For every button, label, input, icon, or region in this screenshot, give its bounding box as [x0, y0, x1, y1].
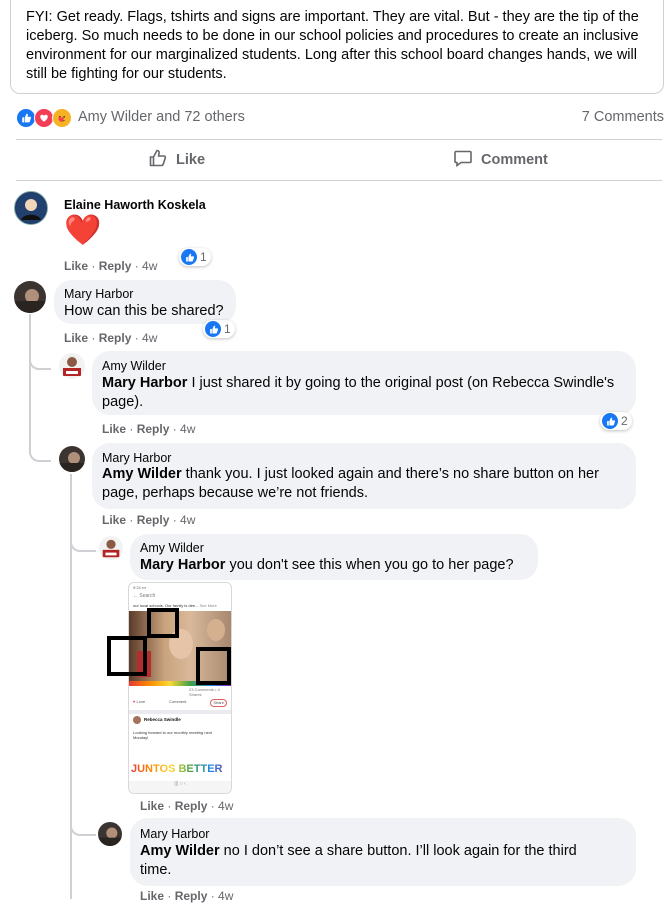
avatar[interactable] — [14, 281, 46, 313]
avatar[interactable] — [59, 446, 85, 472]
comment-meta: Like · Reply · 4w — [64, 331, 158, 345]
post-counts: 23 Comments • 4 Shares — [189, 687, 220, 697]
comment-reply-link[interactable]: Reply — [99, 259, 132, 273]
comment-text: Amy Wilder no I don’t see a share button… — [140, 842, 610, 880]
author-name: Rebecca Swindle — [144, 717, 181, 722]
mention-link[interactable]: Mary Harbor — [102, 375, 187, 391]
comment-meta: Like · Reply · 4w — [140, 799, 234, 813]
back-arrow-icon: ← Search — [133, 593, 156, 599]
commenter-name[interactable]: Elaine Haworth Koskela — [64, 198, 206, 212]
comment-body: you don't see this when you go to her pa… — [225, 557, 514, 573]
mention-link[interactable]: Amy Wilder — [102, 466, 182, 482]
redaction-box — [107, 636, 147, 676]
share-action: Share — [210, 699, 227, 707]
thread-curve — [29, 420, 51, 462]
love-icon — [34, 108, 54, 128]
comment-button-label: Comment — [481, 152, 548, 168]
action-row: ♥ Love Comment Share — [133, 699, 227, 707]
comment-meta: Like · Reply · 4w — [102, 422, 196, 436]
comment-time[interactable]: 4w — [142, 259, 157, 273]
attached-screenshot[interactable]: 9:24 ▪▪▪ ← Search our local schools. Our… — [128, 582, 232, 794]
comment-reply-link[interactable]: Reply — [137, 422, 170, 436]
comment-time[interactable]: 4w — [218, 799, 233, 813]
comment-meta: Like · Reply · 4w — [102, 513, 196, 527]
nav-bar: ||| ○ ‹ — [129, 781, 231, 793]
thread-curve — [29, 338, 51, 370]
banner-text: JUNTOS BETTER — [131, 763, 231, 775]
comment-time[interactable]: 4w — [180, 422, 195, 436]
author-avatar — [133, 716, 141, 724]
comment-reply-link[interactable]: Reply — [137, 513, 170, 527]
like-icon — [602, 413, 618, 429]
comment-label: Comment — [169, 699, 187, 704]
comment-like-link[interactable]: Like — [140, 889, 164, 903]
like-icon — [205, 321, 221, 337]
commenter-name[interactable]: Amy Wilder — [140, 541, 204, 555]
comment-text: Amy Wilder thank you. I just looked agai… — [102, 465, 626, 503]
comment-like-link[interactable]: Like — [102, 513, 126, 527]
comment-button[interactable]: Comment — [453, 146, 548, 174]
separator — [129, 710, 231, 714]
like-button[interactable]: Like — [148, 146, 205, 174]
comment-like-link[interactable]: Like — [102, 422, 126, 436]
commenter-name[interactable]: Mary Harbor — [140, 827, 209, 841]
comment-reply-link[interactable]: Reply — [175, 799, 208, 813]
comment-icon — [453, 148, 473, 172]
reaction-count: 1 — [224, 322, 231, 336]
redaction-box — [196, 647, 231, 685]
avatar[interactable] — [59, 353, 85, 379]
avatar[interactable] — [99, 536, 123, 560]
reaction-names[interactable]: Amy Wilder and 72 others — [78, 109, 245, 125]
comment-reactions[interactable]: 1 — [179, 248, 211, 266]
comment-text: How can this be shared? — [64, 303, 224, 319]
comment-time[interactable]: 4w — [142, 331, 157, 345]
status-bar: 9:24 ▪▪▪ — [133, 585, 147, 590]
comment-reactions[interactable]: 2 — [600, 412, 632, 430]
commenter-name[interactable]: Mary Harbor — [102, 451, 171, 465]
comment-reactions[interactable]: 1 — [203, 320, 235, 338]
comment-text: Mary Harbor you don't see this when you … — [140, 556, 532, 575]
see-more-link: See More — [199, 603, 217, 608]
comment-text: Mary Harbor I just shared it by going to… — [102, 374, 626, 412]
redaction-box — [147, 608, 179, 638]
reaction-count: 1 — [200, 250, 207, 264]
mention-link[interactable]: Amy Wilder — [140, 843, 220, 859]
thread-curve — [70, 806, 96, 836]
comment-like-link[interactable]: Like — [64, 259, 88, 273]
love-label: Love — [136, 699, 146, 704]
avatar[interactable] — [98, 822, 122, 846]
avatar[interactable] — [14, 191, 48, 225]
comment-meta: Like · Reply · 4w — [140, 889, 234, 903]
comment-time[interactable]: 4w — [218, 889, 233, 903]
care-icon — [52, 108, 72, 128]
author-post-body: Looking forward to our monthly meeting n… — [133, 730, 212, 740]
comment-meta: Like · Reply · 4w — [64, 259, 158, 273]
commenter-name[interactable]: Mary Harbor — [64, 287, 133, 301]
like-icon — [16, 108, 36, 128]
post-text: FYI: Get ready. Flags, tshirts and signs… — [26, 9, 639, 82]
love-action: ♥ Love — [133, 699, 146, 704]
thumbs-up-icon — [148, 148, 168, 172]
reaction-count: 2 — [621, 414, 628, 428]
reaction-summary[interactable]: Amy Wilder and 72 others 7 Comments — [16, 108, 664, 128]
like-button-label: Like — [176, 152, 206, 168]
share-label: Share — [213, 700, 224, 705]
commenter-name[interactable]: Amy Wilder — [102, 359, 166, 373]
comment-action: Comment — [169, 699, 186, 707]
comment-reply-link[interactable]: Reply — [99, 331, 132, 345]
divider — [16, 139, 662, 140]
mention-link[interactable]: Mary Harbor — [140, 557, 225, 573]
divider — [16, 180, 662, 181]
comment-like-link[interactable]: Like — [140, 799, 164, 813]
like-icon — [181, 249, 197, 265]
face-shape — [207, 619, 225, 641]
comment-like-link[interactable]: Like — [64, 331, 88, 345]
comment-text: ❤️ — [64, 214, 102, 247]
comment-reply-link[interactable]: Reply — [175, 889, 208, 903]
comments-count[interactable]: 7 Comments — [582, 109, 664, 125]
comment-time[interactable]: 4w — [180, 513, 195, 527]
search-label: Search — [139, 593, 156, 599]
thread-curve — [70, 520, 96, 552]
